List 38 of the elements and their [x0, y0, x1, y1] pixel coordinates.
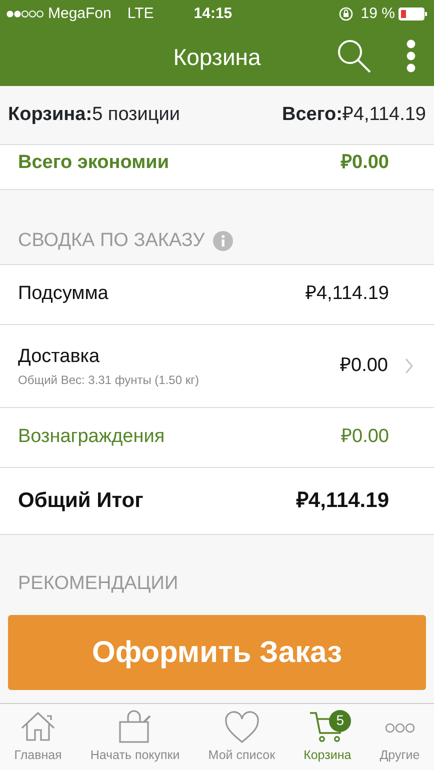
tab-button[interactable]: Другие: [380, 710, 420, 764]
more-options-icon[interactable]: [406, 39, 416, 73]
count-badge: 5: [329, 710, 352, 732]
tab-button[interactable]: Мой список: [208, 710, 276, 764]
signal-icon: [6, 10, 44, 18]
search-icon[interactable]: [336, 38, 372, 74]
cart-label: Корзина:: [8, 102, 92, 127]
heart-icon: [222, 710, 261, 746]
row-value: ₽0.00: [341, 425, 389, 450]
row-value: ₽0.00: [340, 354, 388, 378]
delivery-row[interactable]: Доставка Общий Вес: 3.31 фунты (1.50 кг) ₽0.00: [0, 325, 434, 408]
battery-percent: 19 %: [360, 4, 395, 24]
tab-button[interactable]: Корзина 5: [304, 710, 352, 764]
row-label: Вознаграждения: [18, 425, 165, 450]
row-value: ₽4,114.19: [296, 488, 389, 514]
row-label: Доставка: [18, 344, 101, 369]
total-label: Всего:: [282, 102, 342, 127]
checkout-button[interactable]: Оформить Заказ: [8, 615, 426, 690]
rotation-lock-icon: [338, 7, 353, 21]
cart-count: 5 позиции: [92, 102, 180, 127]
row-note: Общий Вес: 3.31 фунты (1.50 кг): [18, 372, 199, 390]
row-label: Общий Итог: [18, 488, 144, 514]
section-heading: СВОДКА ПО ЗАКАЗУ: [18, 228, 205, 253]
tab-button[interactable]: Главная: [14, 710, 62, 764]
chevron-icon: [404, 358, 414, 374]
savings-value: ₽0.00: [341, 151, 389, 175]
row-label: Подсумма: [18, 282, 108, 306]
carrier-name: MegaFon: [48, 4, 112, 24]
savings-label: Всего экономии: [18, 151, 170, 175]
tab-button[interactable]: Начать покупки: [90, 710, 180, 764]
clock-time: 14:15: [194, 4, 232, 24]
more-icon: [384, 722, 415, 733]
row-value: ₽4,114.19: [305, 282, 389, 306]
battery-icon: [398, 7, 428, 21]
screen-title: Корзина: [173, 42, 261, 72]
network-type: LTE: [127, 4, 154, 24]
total-value: ₽4,114.19: [342, 102, 426, 127]
section-heading: РЕКОМЕНДАЦИИ: [18, 572, 178, 596]
